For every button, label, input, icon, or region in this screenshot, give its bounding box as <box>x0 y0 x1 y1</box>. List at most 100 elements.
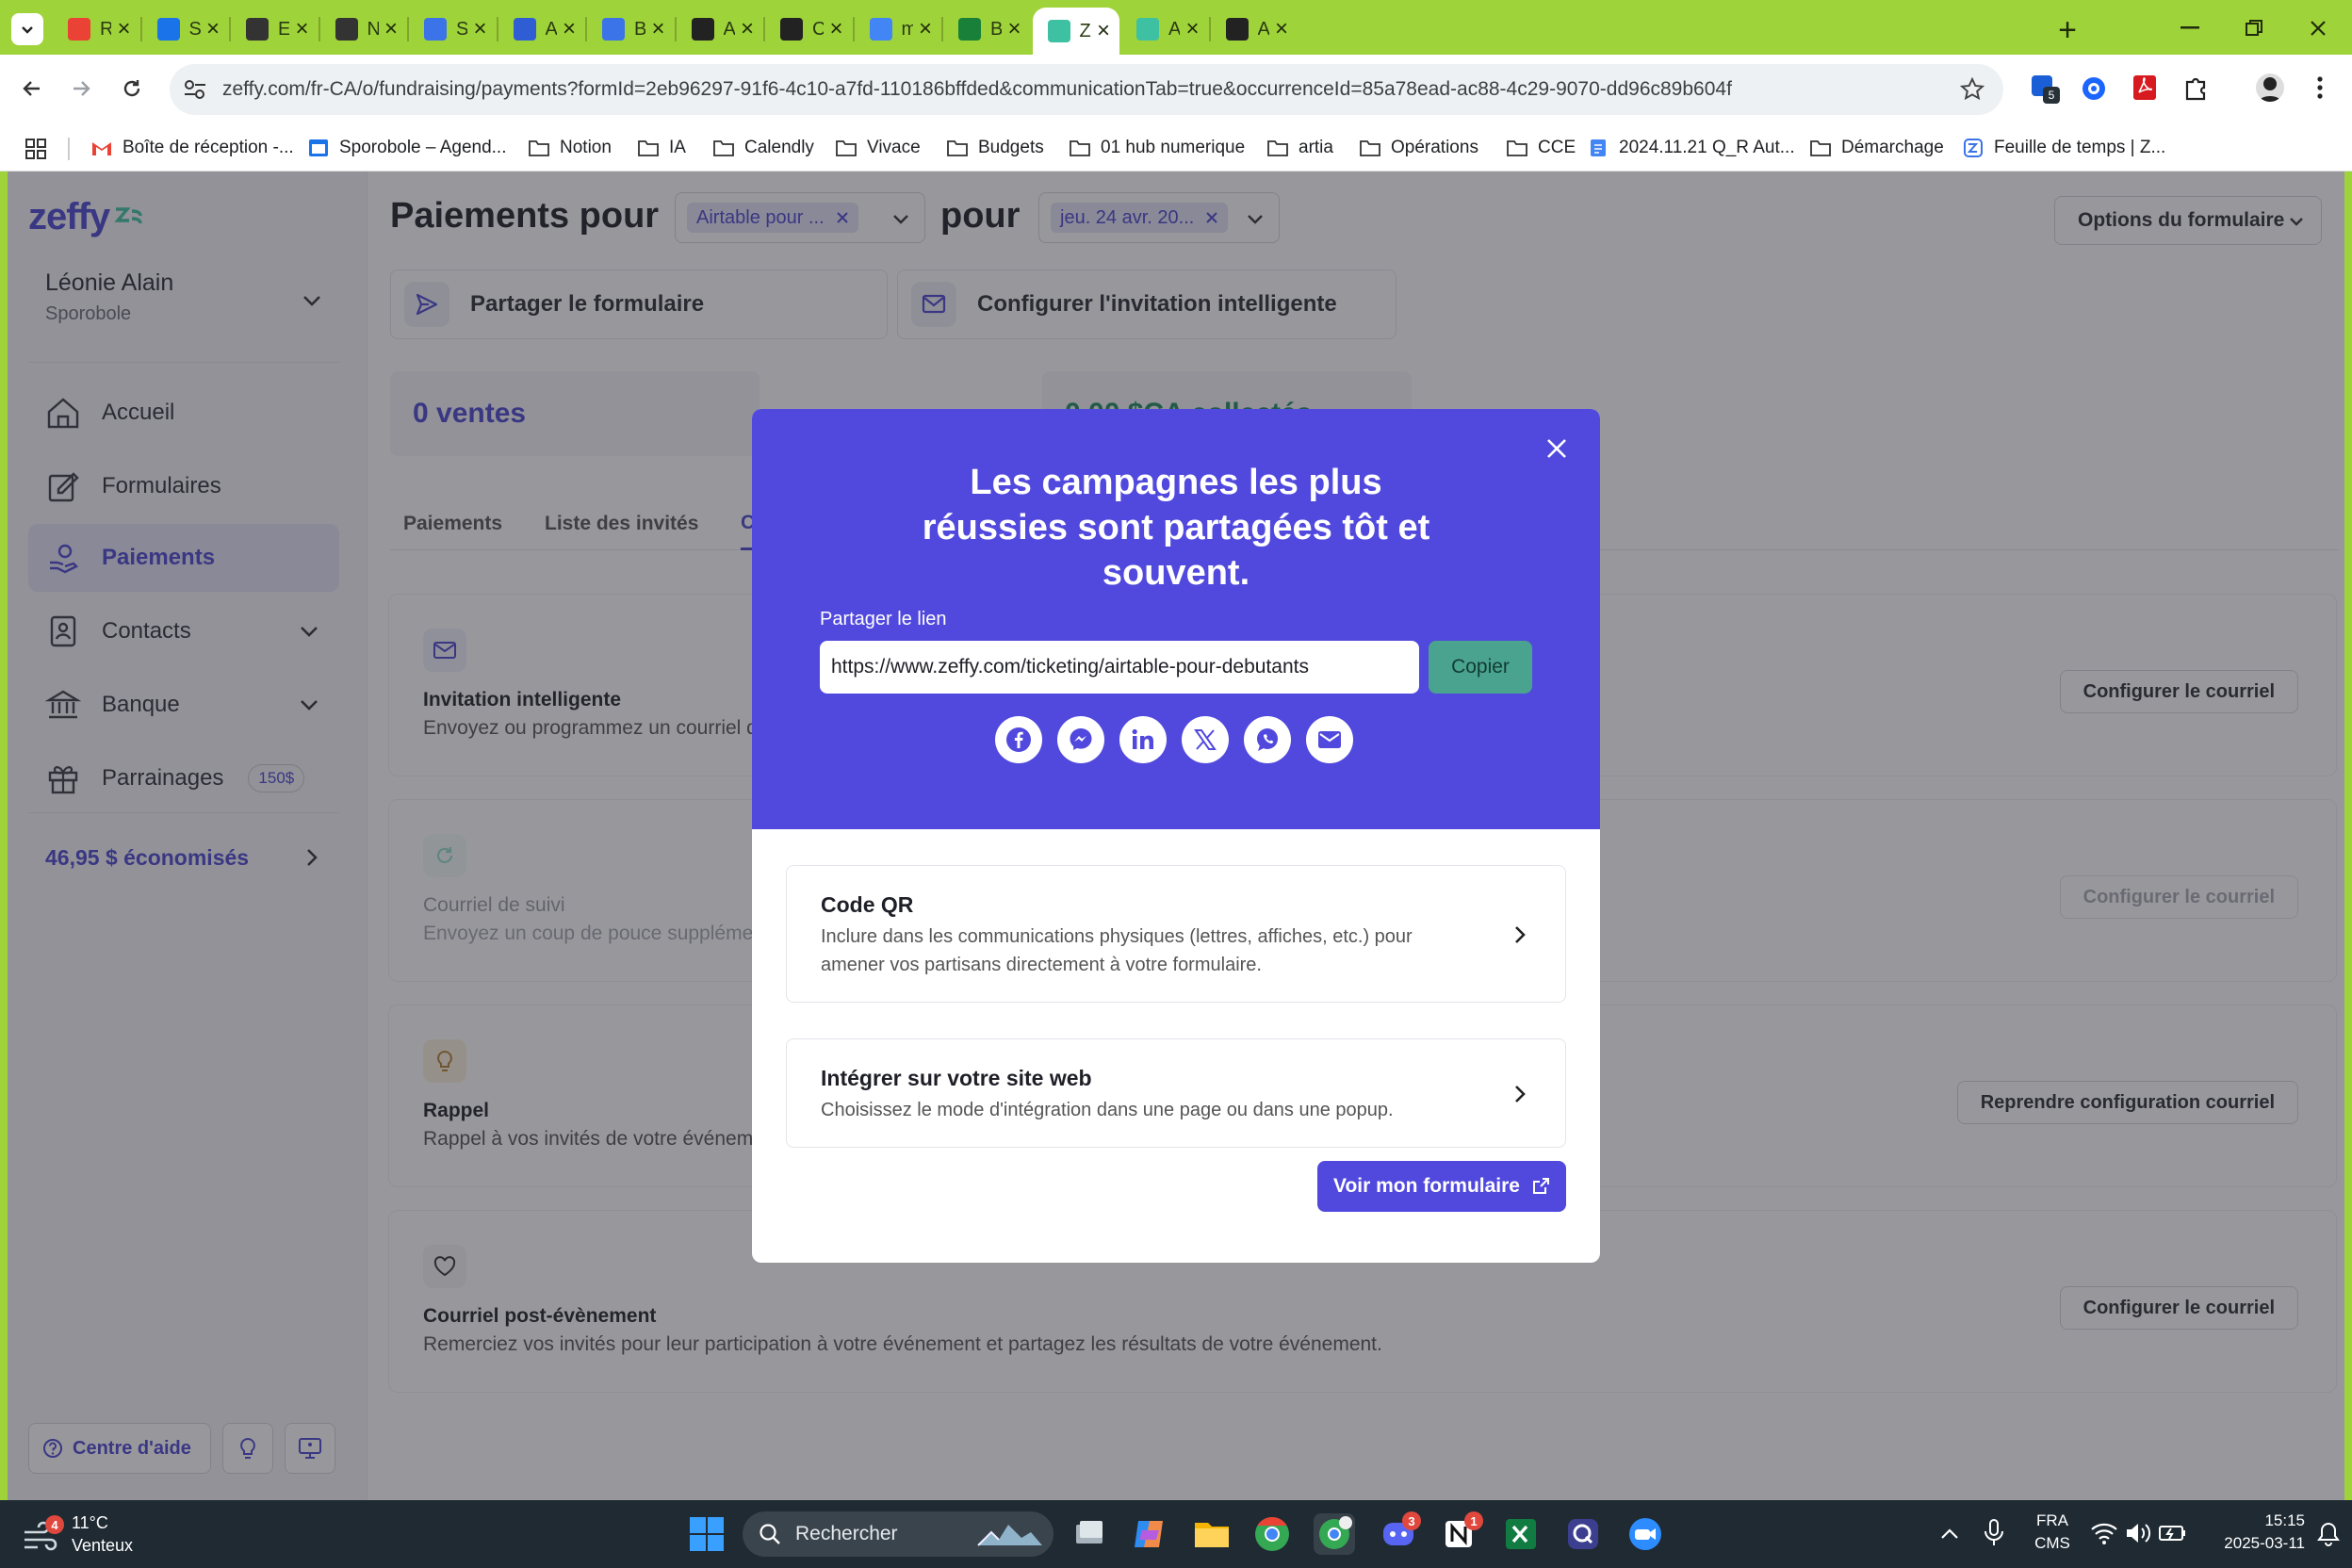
back-button[interactable] <box>13 70 51 107</box>
external-link-icon <box>1532 1178 1549 1194</box>
star-icon[interactable] <box>1960 77 1984 102</box>
share-linkedin-button[interactable] <box>1119 716 1167 763</box>
embed-website-option[interactable]: Intégrer sur votre site web Choisissez le… <box>786 1038 1566 1148</box>
extension-counter[interactable]: 5 <box>2030 74 2060 104</box>
copy-button[interactable]: Copier <box>1429 641 1532 694</box>
extension-blue-circle[interactable] <box>2081 75 2107 102</box>
close-icon[interactable]: × <box>1275 16 1288 42</box>
extensions-button[interactable] <box>2182 74 2209 102</box>
start-button[interactable] <box>688 1515 726 1553</box>
browser-tab[interactable]: Re: re × <box>53 9 140 49</box>
reload-button[interactable] <box>113 70 151 107</box>
close-icon[interactable]: × <box>1185 16 1199 42</box>
folder-icon <box>1809 139 1832 157</box>
browser-tab[interactable]: Accu × <box>677 9 764 49</box>
browser-tab[interactable]: Sporo × <box>142 9 230 49</box>
apps-button[interactable] <box>24 138 47 160</box>
bookmark-folder[interactable]: Notion <box>528 134 612 162</box>
bookmark-link[interactable]: Sporobole – Agend... <box>307 134 506 162</box>
close-icon[interactable]: × <box>563 16 576 42</box>
taskbar-copilot[interactable] <box>1129 1513 1170 1555</box>
taskbar-chrome[interactable] <box>1251 1513 1293 1555</box>
browser-tab[interactable]: Bienv × <box>587 9 675 49</box>
taskbar-zoom[interactable] <box>1625 1513 1666 1555</box>
browser-menu-button[interactable] <box>2311 74 2329 102</box>
close-icon[interactable]: × <box>829 16 842 42</box>
bookmark-folder[interactable]: CCE <box>1506 134 1576 162</box>
volume-icon[interactable] <box>2124 1521 2152 1545</box>
browser-tab[interactable]: Airtal × <box>1121 9 1209 49</box>
bookmark-folder[interactable]: Vivace <box>835 134 921 162</box>
browser-tab[interactable]: Nous × <box>320 9 408 49</box>
close-icon[interactable]: × <box>1097 18 1110 44</box>
qr-code-option[interactable]: Code QR Inclure dans les communications p… <box>786 865 1566 1003</box>
taskbar-app-q[interactable] <box>1562 1513 1604 1555</box>
modal-close-button[interactable] <box>1538 430 1576 467</box>
tab-title: Airtal <box>1257 18 1269 40</box>
close-icon[interactable]: × <box>651 16 664 42</box>
close-icon[interactable]: × <box>919 16 932 42</box>
share-facebook-button[interactable] <box>995 716 1042 763</box>
tab-search-button[interactable] <box>11 13 43 45</box>
profile-avatar[interactable] <box>2256 74 2284 102</box>
browser-tab[interactable]: Airtal × <box>1211 9 1298 49</box>
close-icon[interactable]: × <box>206 16 220 42</box>
taskbar-file-explorer[interactable] <box>1191 1513 1233 1555</box>
chevron-up-icon[interactable] <box>1939 1525 1960 1544</box>
bookmark-folder[interactable]: Opérations <box>1359 134 1478 162</box>
view-form-button[interactable]: Voir mon formulaire <box>1317 1161 1566 1212</box>
share-whatsapp-button[interactable] <box>1244 716 1291 763</box>
taskbar-notion[interactable]: 1 <box>1438 1511 1483 1555</box>
weather-widget[interactable]: 4 11°C Venteux <box>23 1510 164 1559</box>
bookmark-link[interactable]: Feuille de temps | Z... <box>1962 134 2165 162</box>
bookmark-folder[interactable]: Budgets <box>946 134 1044 162</box>
bookmark-link[interactable]: Boîte de réception -... <box>90 134 294 162</box>
close-icon[interactable]: × <box>473 16 486 42</box>
new-tab-button[interactable]: + <box>2049 11 2086 49</box>
bookmark-folder[interactable]: 01 hub numerique <box>1069 134 1245 162</box>
restore-button[interactable] <box>2226 9 2282 47</box>
close-icon[interactable]: × <box>117 16 130 42</box>
bookmark-link[interactable]: 2024.11.21 Q_R Aut... <box>1587 134 1795 162</box>
bookmark-label: Sporobole – Agend... <box>339 138 507 157</box>
bookmark-folder[interactable]: IA <box>637 134 686 162</box>
taskbar-discord[interactable]: 3 <box>1378 1511 1421 1555</box>
address-bar[interactable]: zeffy.com/fr-CA/o/fundraising/payments?f… <box>170 64 2003 115</box>
share-messenger-button[interactable] <box>1057 716 1104 763</box>
browser-tab[interactable]: Accu × <box>498 9 586 49</box>
close-window-button[interactable] <box>2290 9 2346 47</box>
taskbar-chrome-profile[interactable] <box>1314 1513 1355 1555</box>
close-icon[interactable]: × <box>741 16 754 42</box>
share-x-button[interactable] <box>1182 716 1229 763</box>
browser-tab[interactable]: SPO- × <box>409 9 497 49</box>
browser-tab[interactable]: Enter × <box>231 9 318 49</box>
browser-tab[interactable]: Cyber × <box>765 9 853 49</box>
taskbar-search[interactable]: Rechercher <box>743 1511 1054 1557</box>
battery-icon[interactable] <box>2158 1521 2188 1545</box>
bookmark-folder[interactable]: Démarchage <box>1809 134 1944 162</box>
notification-bell-icon[interactable] <box>2316 1521 2341 1547</box>
taskbar-task-view[interactable] <box>1069 1513 1110 1555</box>
tab-title: mon <box>901 18 913 40</box>
close-icon[interactable]: × <box>1007 16 1021 42</box>
wifi-icon[interactable] <box>2090 1521 2118 1545</box>
close-icon[interactable]: × <box>295 16 308 42</box>
share-email-button[interactable] <box>1306 716 1353 763</box>
clock-date: 2025-03-11 <box>2224 1534 2305 1552</box>
restore-icon <box>2246 20 2262 36</box>
bookmark-folder[interactable]: Calendly <box>712 134 814 162</box>
input-language[interactable]: FRA CMS <box>2028 1511 2077 1557</box>
browser-tab[interactable]: Zeffy × <box>1032 8 1119 55</box>
browser-tab[interactable]: Budg × <box>943 9 1031 49</box>
close-icon[interactable]: × <box>384 16 398 42</box>
minimize-button[interactable] <box>2162 9 2218 47</box>
clock[interactable]: 15:15 2025-03-11 <box>2196 1511 2305 1557</box>
share-link-input[interactable]: https://www.zeffy.com/ticketing/airtable… <box>820 641 1419 694</box>
site-settings-icon[interactable] <box>183 78 207 101</box>
extension-pdf[interactable] <box>2132 74 2158 102</box>
forward-button[interactable] <box>62 70 100 107</box>
bookmark-folder[interactable]: artia <box>1266 134 1333 162</box>
microphone-icon[interactable] <box>1979 1517 2011 1549</box>
browser-tab[interactable]: mon × <box>855 9 942 49</box>
taskbar-excel[interactable] <box>1500 1513 1542 1555</box>
